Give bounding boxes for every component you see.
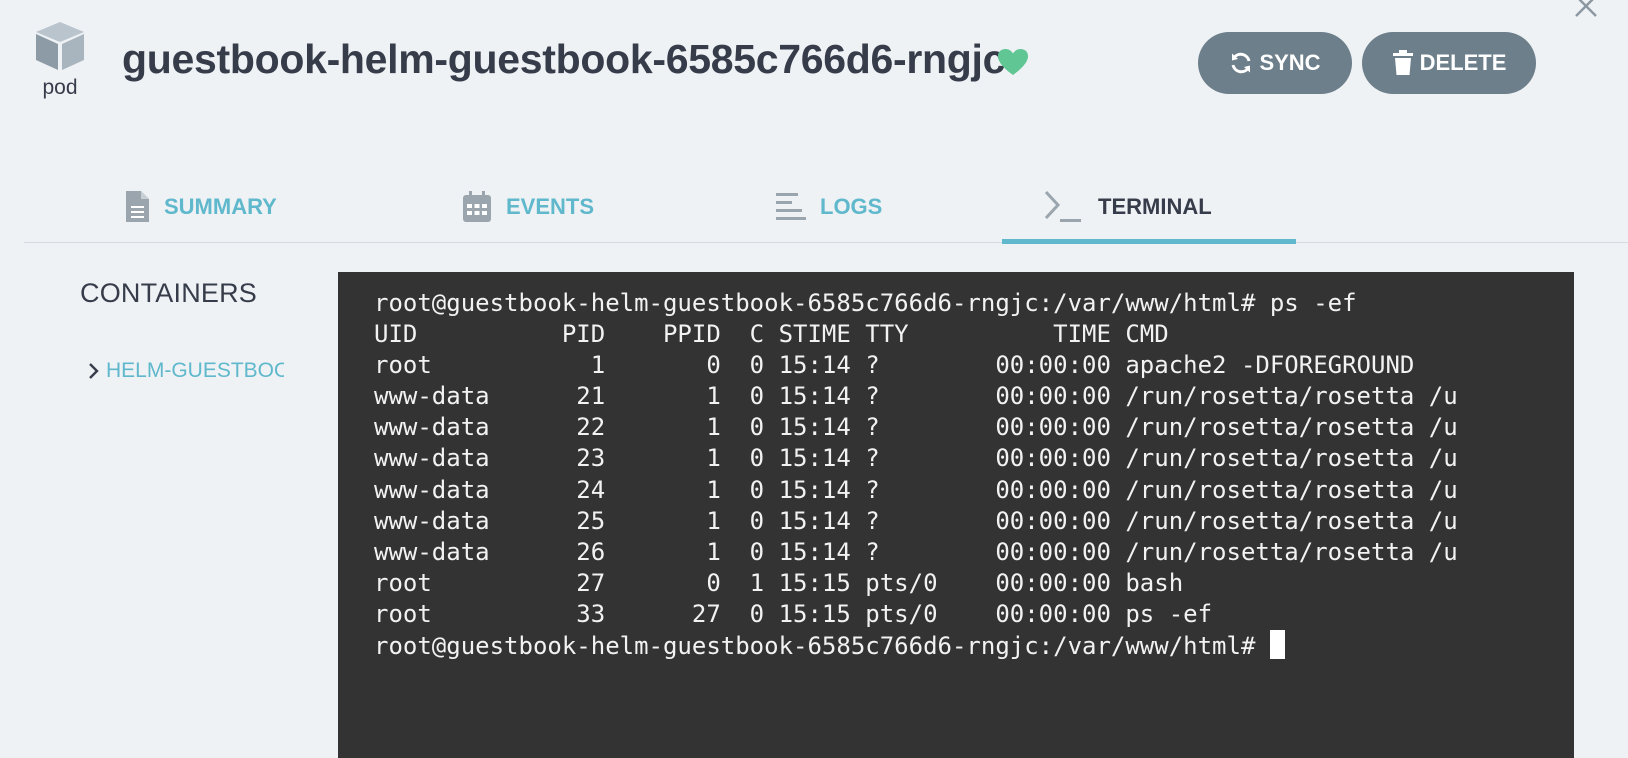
terminal-line: www-data 26 1 0 15:14 ? 00:00:00 /run/ro… bbox=[374, 537, 1458, 566]
terminal-line: www-data 24 1 0 15:14 ? 00:00:00 /run/ro… bbox=[374, 475, 1458, 504]
terminal-prompt-line: root@guestbook-helm-guestbook-6585c766d6… bbox=[374, 630, 1458, 662]
delete-button-label: DELETE bbox=[1419, 50, 1507, 75]
tab-label: EVENTS bbox=[506, 193, 595, 219]
terminal-line: www-data 21 1 0 15:14 ? 00:00:00 /run/ro… bbox=[374, 382, 1458, 411]
active-tab-indicator bbox=[1002, 239, 1296, 244]
tab-terminal[interactable]: TERMINAL bbox=[1002, 170, 1296, 243]
file-text-icon bbox=[126, 190, 149, 222]
terminal-line: root 33 27 0 15:15 pts/0 00:00:00 ps -ef bbox=[374, 599, 1213, 628]
terminal-line: www-data 25 1 0 15:14 ? 00:00:00 /run/ro… bbox=[374, 506, 1458, 535]
containers-heading: CONTAINERS bbox=[80, 278, 258, 308]
tab-summary[interactable]: SUMMARY bbox=[124, 170, 277, 243]
cube-icon bbox=[36, 22, 84, 70]
sync-button-label: SYNC bbox=[1259, 50, 1321, 75]
pod-details-panel: pod guestbook-helm-guestbook-6585c766d6-… bbox=[0, 0, 1628, 758]
tab-label: LOGS bbox=[820, 193, 883, 219]
heart-icon bbox=[997, 48, 1029, 81]
tab-label: SUMMARY bbox=[164, 193, 277, 219]
tab-logs[interactable]: LOGS bbox=[776, 170, 882, 243]
terminal-line: www-data 23 1 0 15:14 ? 00:00:00 /run/ro… bbox=[374, 444, 1458, 473]
resource-kind-label: pod bbox=[42, 76, 78, 99]
tab-bar: SUMMARY EVENTS LOGS TERMINAL bbox=[24, 170, 1628, 244]
sync-icon bbox=[1231, 52, 1251, 74]
resource-kind: pod bbox=[32, 20, 88, 100]
container-item[interactable]: HELM-GUESTBOOK bbox=[88, 356, 284, 386]
chevron-right-icon bbox=[89, 363, 99, 379]
terminal-window[interactable]: root@guestbook-helm-guestbook-6585c766d6… bbox=[338, 272, 1574, 758]
delete-button[interactable]: DELETE bbox=[1362, 32, 1536, 94]
terminal-line: root@guestbook-helm-guestbook-6585c766d6… bbox=[374, 289, 1357, 317]
logs-icon bbox=[776, 192, 806, 220]
tab-events[interactable]: EVENTS bbox=[462, 170, 594, 243]
terminal-line: root 27 0 1 15:15 pts/0 00:00:00 bash bbox=[374, 568, 1184, 597]
sync-button[interactable]: SYNC bbox=[1198, 32, 1352, 94]
container-name: HELM-GUESTBOOK bbox=[106, 359, 284, 382]
terminal-line: root 1 0 0 15:14 ? 00:00:00 apache2 -DFO… bbox=[374, 351, 1415, 380]
terminal-icon bbox=[1044, 190, 1081, 222]
terminal-line: www-data 22 1 0 15:14 ? 00:00:00 /run/ro… bbox=[374, 413, 1458, 442]
terminal-output: root@guestbook-helm-guestbook-6585c766d6… bbox=[374, 288, 1458, 662]
calendar-icon bbox=[463, 190, 491, 222]
terminal-line: UID PID PPID C STIME TTY TIME CMD bbox=[374, 320, 1169, 349]
close-icon[interactable] bbox=[1572, 0, 1600, 20]
terminal-prompt: root@guestbook-helm-guestbook-6585c766d6… bbox=[374, 632, 1270, 661]
trash-icon bbox=[1392, 50, 1413, 75]
terminal-cursor bbox=[1269, 630, 1285, 660]
page-title: guestbook-helm-guestbook-6585c766d6-rngj… bbox=[122, 36, 1006, 82]
tab-label: TERMINAL bbox=[1098, 193, 1212, 219]
